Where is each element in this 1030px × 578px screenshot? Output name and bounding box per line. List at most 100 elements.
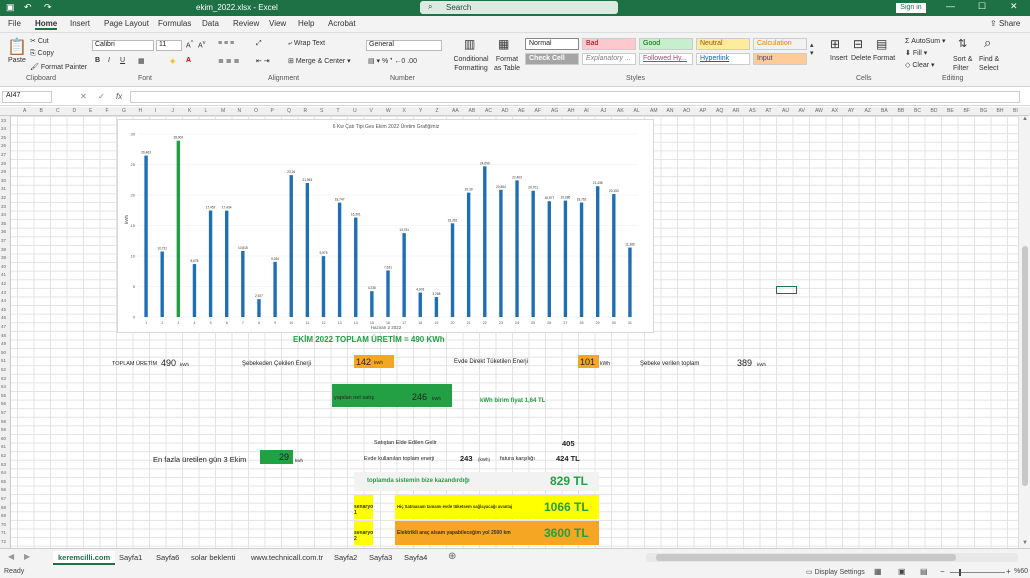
row-header[interactable]: 50 bbox=[1, 350, 6, 355]
row-header[interactable]: 30 bbox=[1, 178, 6, 183]
chart-container[interactable]: 6 Kw Çatı Tipi Ges Ekim 2022 Üretim Graf… bbox=[117, 119, 654, 333]
row-header[interactable]: 59 bbox=[1, 427, 6, 432]
orientation-icon[interactable]: ⤢ bbox=[256, 40, 262, 48]
row-header[interactable]: 72 bbox=[1, 539, 6, 544]
column-header[interactable]: M bbox=[221, 108, 225, 114]
column-header[interactable]: W bbox=[386, 108, 391, 114]
chart-bar[interactable] bbox=[563, 200, 568, 317]
chart-bar[interactable] bbox=[370, 291, 374, 317]
row-header[interactable]: 64 bbox=[1, 470, 6, 475]
column-header[interactable]: AG bbox=[551, 108, 558, 114]
prev-sheet-icon[interactable]: ◀ bbox=[8, 552, 14, 561]
column-header[interactable]: AE bbox=[518, 108, 525, 114]
find-select-icon[interactable]: ⌕ bbox=[984, 35, 991, 51]
column-header[interactable]: AK bbox=[617, 108, 624, 114]
style-calculation[interactable]: Calculation bbox=[753, 38, 807, 50]
row-header[interactable]: 34 bbox=[1, 212, 6, 217]
find-select-button[interactable]: Find & Select bbox=[979, 55, 1003, 73]
chart-bar[interactable] bbox=[354, 217, 358, 317]
tab-file[interactable]: File bbox=[8, 19, 21, 28]
chart-bar[interactable] bbox=[305, 183, 310, 317]
chart-bar[interactable] bbox=[241, 251, 245, 317]
column-header[interactable]: R bbox=[304, 108, 308, 114]
column-header[interactable]: U bbox=[353, 108, 357, 114]
column-header[interactable]: AC bbox=[485, 108, 492, 114]
share-button[interactable]: ⇪ Share bbox=[990, 19, 1020, 28]
row-header[interactable]: 47 bbox=[1, 324, 6, 329]
fx-icon[interactable]: fx bbox=[116, 92, 122, 101]
column-header[interactable]: BE bbox=[947, 108, 954, 114]
bold-button[interactable]: B bbox=[95, 57, 100, 64]
column-header[interactable]: F bbox=[106, 108, 109, 114]
column-header[interactable]: N bbox=[238, 108, 242, 114]
page-break-view-icon[interactable]: ▤ bbox=[920, 567, 928, 576]
format-painter-button[interactable]: 🖌 Format Painter bbox=[30, 63, 87, 71]
row-header[interactable]: 25 bbox=[1, 135, 6, 140]
chart-bar[interactable] bbox=[386, 270, 390, 317]
styles-more-icon[interactable]: ▴ ▾ bbox=[810, 41, 814, 57]
column-header[interactable]: AR bbox=[733, 108, 740, 114]
row-header[interactable]: 65 bbox=[1, 479, 6, 484]
style-input[interactable]: Input bbox=[753, 53, 807, 65]
column-header[interactable]: B bbox=[40, 108, 43, 114]
row-header[interactable]: 67 bbox=[1, 496, 6, 501]
sheet-tab-technicall[interactable]: www.technicall.com.tr bbox=[246, 551, 328, 565]
column-header[interactable]: BC bbox=[914, 108, 921, 114]
row-header[interactable]: 57 bbox=[1, 410, 6, 415]
row-header[interactable]: 63 bbox=[1, 462, 6, 467]
column-header[interactable]: Y bbox=[419, 108, 422, 114]
align-top-icon[interactable]: ≡ ≡ ≡ bbox=[218, 40, 234, 47]
insert-cells-button[interactable]: Insert bbox=[830, 55, 848, 62]
column-header[interactable]: P bbox=[271, 108, 274, 114]
row-header[interactable]: 39 bbox=[1, 255, 6, 260]
column-header[interactable]: AY bbox=[848, 108, 854, 114]
column-header[interactable]: AS bbox=[749, 108, 756, 114]
scroll-up-icon[interactable]: ▲ bbox=[1022, 116, 1028, 122]
column-header[interactable]: AU bbox=[782, 108, 789, 114]
horizontal-scrollbar[interactable] bbox=[646, 553, 1018, 562]
chart-bar[interactable] bbox=[337, 202, 342, 317]
normal-view-icon[interactable]: ▦ bbox=[874, 567, 882, 576]
row-header[interactable]: 32 bbox=[1, 195, 6, 200]
sign-in-button[interactable]: Sign in bbox=[896, 3, 926, 13]
chart-bar[interactable] bbox=[499, 189, 503, 317]
row-header[interactable]: 46 bbox=[1, 315, 6, 320]
style-explanatory[interactable]: Explanatory ... bbox=[582, 53, 636, 65]
column-header[interactable]: AI bbox=[584, 108, 589, 114]
sheet-tab-sayfa3[interactable]: Sayfa3 bbox=[364, 551, 397, 565]
row-header[interactable]: 60 bbox=[1, 436, 6, 441]
column-header[interactable]: Z bbox=[436, 108, 439, 114]
style-check-cell[interactable]: Check Cell bbox=[525, 53, 579, 65]
column-header[interactable]: AP bbox=[700, 108, 707, 114]
redo-icon[interactable]: ↷ bbox=[44, 2, 52, 13]
number-format-select[interactable]: General bbox=[366, 40, 442, 51]
column-header[interactable]: S bbox=[320, 108, 323, 114]
zoom-in-icon[interactable]: + bbox=[1006, 567, 1011, 576]
row-header[interactable]: 29 bbox=[1, 169, 6, 174]
chart-bar[interactable] bbox=[208, 210, 213, 317]
row-header[interactable]: 26 bbox=[1, 143, 6, 148]
column-header[interactable]: E bbox=[89, 108, 92, 114]
chart-bar[interactable] bbox=[466, 192, 471, 317]
column-header[interactable]: AO bbox=[683, 108, 690, 114]
column-header[interactable]: BF bbox=[964, 108, 970, 114]
format-as-table-button[interactable]: Format as Table bbox=[492, 55, 522, 73]
column-header[interactable]: BB bbox=[898, 108, 905, 114]
fill-color-icon[interactable]: ◈ bbox=[170, 57, 175, 65]
align-left-icon[interactable]: ≣ ≣ ≣ bbox=[218, 57, 240, 65]
column-header[interactable]: AX bbox=[832, 108, 839, 114]
underline-button[interactable]: U bbox=[120, 57, 125, 64]
chart-bar[interactable] bbox=[225, 210, 229, 317]
row-header[interactable]: 71 bbox=[1, 530, 6, 535]
chart-bar[interactable] bbox=[160, 251, 164, 317]
chart-bar[interactable] bbox=[402, 233, 406, 317]
add-sheet-icon[interactable]: ⊕ bbox=[448, 551, 456, 562]
insert-cells-icon[interactable]: ⊞ bbox=[830, 37, 840, 51]
chart-bar[interactable] bbox=[628, 247, 632, 317]
chart-bar[interactable] bbox=[595, 186, 600, 317]
row-header[interactable]: 35 bbox=[1, 221, 6, 226]
row-header[interactable]: 58 bbox=[1, 419, 6, 424]
column-header[interactable]: AW bbox=[815, 108, 823, 114]
row-header[interactable]: 45 bbox=[1, 307, 6, 312]
row-header[interactable]: 42 bbox=[1, 281, 6, 286]
